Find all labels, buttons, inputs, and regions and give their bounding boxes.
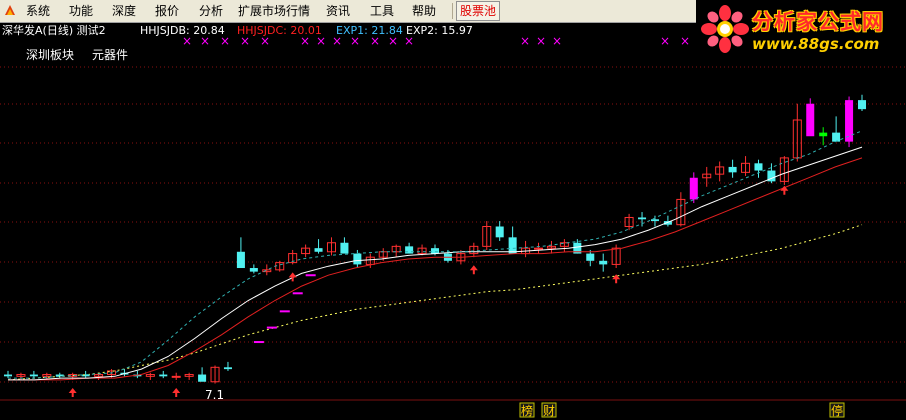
signal-cross: × — [552, 34, 562, 48]
event-marker-text: 停 — [831, 403, 843, 418]
price-chart: ××××××××××××××××××榜财停7.1 — [0, 34, 906, 418]
indicator-exp2: EXP2: 15.97 — [406, 24, 473, 37]
menu-help[interactable]: 帮助 — [412, 3, 436, 19]
candle-body — [650, 219, 659, 222]
candle-body — [430, 248, 440, 254]
candle-body — [832, 132, 841, 142]
menu-depth[interactable]: 深度 — [112, 3, 136, 19]
candle-body — [508, 237, 517, 254]
menu-tools[interactable]: 工具 — [370, 3, 394, 19]
menu-analysis[interactable]: 分析 — [199, 3, 223, 19]
candle-body — [586, 253, 595, 261]
candle-body — [314, 248, 323, 252]
stock-title: 深华发A(日线) 测试2 — [2, 24, 106, 37]
indicator-exp1: EXP1: 21.84 — [336, 24, 403, 37]
candle-body — [3, 374, 13, 377]
buy-arrow-icon — [288, 272, 297, 282]
brand-logo-icon — [701, 5, 749, 53]
indicator-hhjsjdc: HHJSJDC: 20.01 — [237, 24, 322, 37]
signal-cross: × — [680, 34, 690, 48]
signal-cross: × — [660, 34, 670, 48]
event-marker-text: 榜 — [521, 403, 533, 418]
line-red — [8, 157, 863, 381]
candle-body — [353, 253, 362, 265]
candle-body — [159, 374, 168, 377]
buy-arrow-icon — [172, 387, 181, 397]
candle-body — [638, 217, 647, 220]
menu-system[interactable]: 系统 — [26, 3, 50, 19]
candle-body — [29, 374, 38, 377]
candle-body — [198, 374, 207, 382]
candle-body — [223, 367, 232, 370]
buy-arrow-icon — [780, 185, 789, 195]
menu-stock-pool[interactable]: 股票池 — [456, 1, 501, 21]
menu-function[interactable]: 功能 — [69, 3, 93, 19]
signal-cross: × — [520, 34, 530, 48]
candle-body — [806, 103, 815, 137]
menu-quote[interactable]: 报价 — [155, 3, 179, 19]
buy-arrow-icon — [469, 265, 478, 275]
brand-title: 分析家公式网 — [752, 10, 884, 34]
candle-body — [171, 375, 181, 378]
signal-cross: × — [536, 34, 546, 48]
candle-body — [249, 268, 258, 272]
candle-body — [495, 226, 504, 238]
menu-news[interactable]: 资讯 — [326, 3, 350, 19]
brand-url[interactable]: www.88gs.com — [752, 35, 879, 53]
candle-body — [728, 166, 737, 173]
candle-body — [857, 100, 867, 110]
low-price-label: 7.1 — [205, 388, 224, 402]
candle-body — [405, 246, 414, 254]
event-marker-text: 财 — [543, 404, 555, 418]
brand-banner: 分析家公式网 www.88gs.com — [696, 0, 906, 58]
candle-body — [819, 132, 828, 137]
sector-label-components[interactable]: 元器件 — [92, 46, 128, 63]
candle-body — [599, 260, 608, 265]
candle-body — [534, 247, 544, 250]
candle-body — [340, 242, 349, 254]
menu-separator — [452, 3, 453, 19]
app-logo-icon — [5, 5, 15, 15]
menu-extended-market[interactable]: 扩展市场行情 — [238, 3, 310, 19]
indicator-hhjsjdb: HHJSJDB: 20.84 — [140, 24, 225, 37]
sector-label-shenzhen[interactable]: 深圳板块 — [26, 46, 74, 63]
candle-body — [754, 163, 763, 171]
candle-body — [689, 177, 698, 200]
buy-arrow-icon — [68, 387, 77, 397]
candle-body — [236, 251, 245, 269]
line-exp2 — [8, 146, 863, 381]
